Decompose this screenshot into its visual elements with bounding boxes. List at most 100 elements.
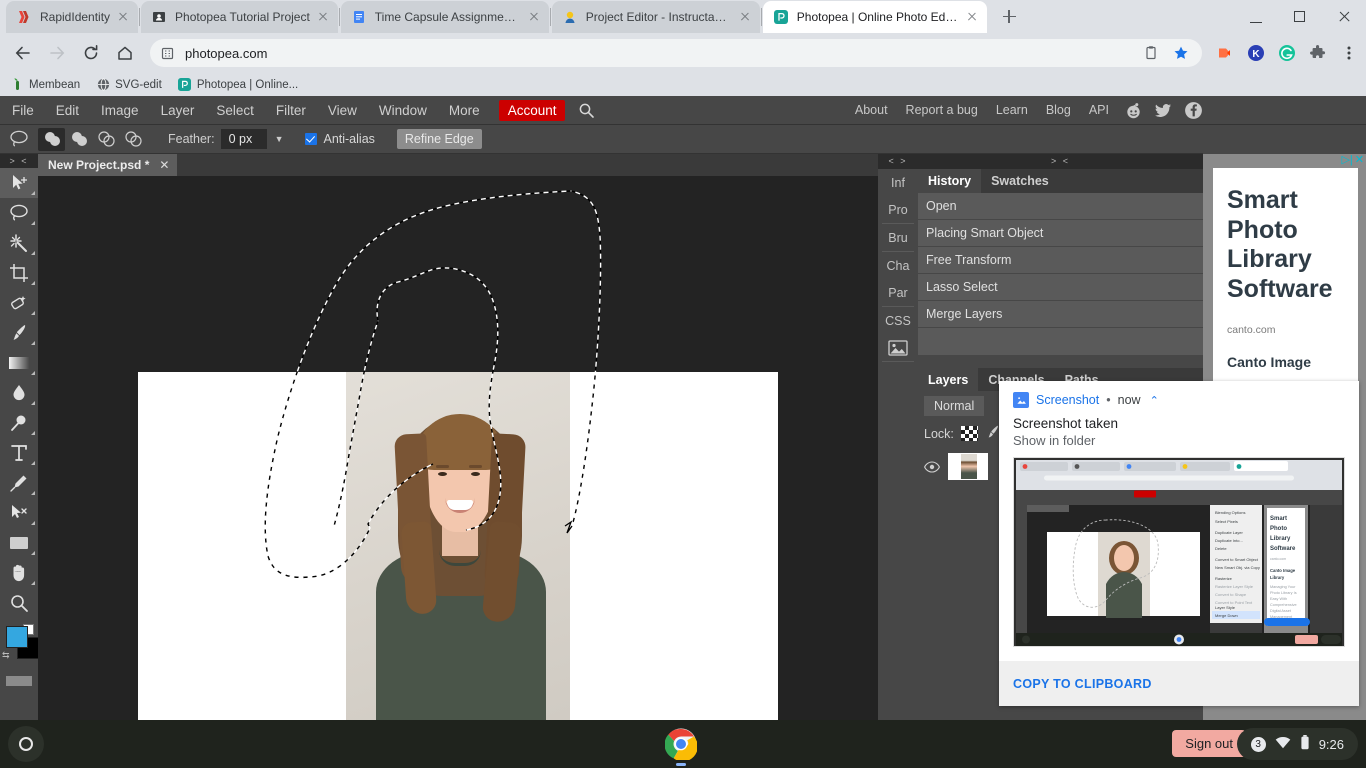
- puzzle-icon[interactable]: [1309, 44, 1327, 62]
- anti-alias-checkbox[interactable]: [305, 133, 318, 145]
- tab-history[interactable]: History: [918, 169, 982, 193]
- browser-tab-1[interactable]: RapidIdentity: [6, 1, 139, 33]
- menu-select[interactable]: Select: [205, 96, 265, 125]
- chevron-up-icon[interactable]: ⌃: [1150, 394, 1159, 407]
- wifi-icon[interactable]: [1275, 736, 1291, 752]
- document-tab-new-project[interactable]: New Project.psd * ✕: [38, 154, 178, 176]
- browser-tab-5-active[interactable]: Photopea | Online Photo Editor: [762, 1, 987, 33]
- tab-swatches[interactable]: Swatches: [981, 169, 1059, 193]
- canvas-area[interactable]: [38, 176, 878, 720]
- history-item[interactable]: Placing Smart Object: [918, 220, 1203, 247]
- clipboard-icon[interactable]: [1142, 44, 1160, 62]
- history-item[interactable]: Merge Layers: [918, 301, 1203, 328]
- magic-wand-tool-icon[interactable]: [0, 228, 38, 258]
- link-learn[interactable]: Learn: [987, 103, 1037, 117]
- rail-item-css[interactable]: CSS: [878, 307, 918, 334]
- twitter-icon[interactable]: [1153, 100, 1173, 120]
- copy-to-clipboard-button[interactable]: COPY TO CLIPBOARD: [1013, 677, 1152, 691]
- rail-item-properties[interactable]: Pro: [878, 196, 918, 223]
- history-item[interactable]: Open: [918, 193, 1203, 220]
- menu-file[interactable]: File: [0, 96, 45, 125]
- bookmark-membean[interactable]: Membean: [10, 78, 80, 92]
- browser-tab-3[interactable]: Time Capsule Assignment - Goo: [340, 1, 549, 33]
- history-item[interactable]: Free Transform: [918, 247, 1203, 274]
- tab-close-button[interactable]: [525, 8, 543, 26]
- foreground-color-swatch[interactable]: [6, 626, 28, 648]
- add-to-selection-icon[interactable]: [65, 128, 92, 151]
- facebook-icon[interactable]: [1183, 100, 1203, 120]
- chrome-icon[interactable]: [664, 728, 698, 762]
- tab-close-button[interactable]: [963, 8, 981, 26]
- account-button[interactable]: Account: [498, 99, 566, 121]
- move-tool-icon[interactable]: [0, 168, 38, 198]
- close-icon[interactable]: ✕: [159, 158, 169, 172]
- site-info-icon[interactable]: [160, 46, 175, 61]
- rail-item-paragraph[interactable]: Par: [878, 279, 918, 306]
- type-tool-icon[interactable]: [0, 438, 38, 468]
- image-panel-icon[interactable]: [878, 334, 918, 361]
- browser-tab-2[interactable]: Photopea Tutorial Project: [141, 1, 338, 33]
- close-icon[interactable]: [1322, 0, 1366, 33]
- battery-icon[interactable]: [1300, 735, 1310, 753]
- lasso-tool-icon[interactable]: [0, 198, 38, 228]
- forward-arrow-icon[interactable]: [42, 38, 72, 68]
- menu-edit[interactable]: Edit: [45, 96, 90, 125]
- dodge-tool-icon[interactable]: [0, 408, 38, 438]
- quick-mask-button[interactable]: [6, 676, 32, 686]
- tab-layers[interactable]: Layers: [918, 368, 979, 391]
- reload-icon[interactable]: [76, 38, 106, 68]
- layer-thumbnail[interactable]: [948, 453, 988, 480]
- menu-more[interactable]: More: [438, 96, 491, 125]
- tools-collapse-grip[interactable]: > <: [0, 154, 38, 168]
- lasso-tool-icon[interactable]: [6, 128, 32, 150]
- blend-mode-select[interactable]: Normal: [924, 396, 985, 416]
- menu-window[interactable]: Window: [368, 96, 438, 125]
- search-icon[interactable]: [573, 102, 599, 119]
- transparent-pixels-icon[interactable]: [960, 426, 978, 441]
- link-blog[interactable]: Blog: [1037, 103, 1080, 117]
- sign-out-button[interactable]: Sign out: [1172, 730, 1246, 757]
- menu-view[interactable]: View: [317, 96, 368, 125]
- blur-tool-icon[interactable]: [0, 378, 38, 408]
- bookmark-photopea[interactable]: Photopea | Online...: [178, 78, 298, 92]
- subtract-from-selection-icon[interactable]: [92, 128, 119, 151]
- pen-tool-icon[interactable]: [0, 468, 38, 498]
- tab-close-button[interactable]: [314, 8, 332, 26]
- honey-icon[interactable]: [1216, 44, 1234, 62]
- intersect-selection-icon[interactable]: [119, 128, 146, 151]
- reddit-icon[interactable]: [1123, 100, 1143, 120]
- panels-collapse-grip[interactable]: > <: [918, 154, 1203, 169]
- chevron-down-icon[interactable]: ▼: [275, 134, 284, 144]
- launcher-icon[interactable]: [8, 726, 44, 762]
- adchoices-icon[interactable]: ▷|: [1341, 154, 1352, 166]
- home-icon[interactable]: [110, 38, 140, 68]
- grammarly-icon[interactable]: [1278, 44, 1296, 62]
- rail-collapse-grip[interactable]: < >: [878, 154, 918, 169]
- back-arrow-icon[interactable]: [8, 38, 38, 68]
- system-tray[interactable]: 3 9:26: [1236, 728, 1358, 760]
- swap-colors-icon[interactable]: ⇆: [2, 650, 10, 661]
- menu-layer[interactable]: Layer: [150, 96, 206, 125]
- bookmark-star-icon[interactable]: [1172, 44, 1190, 62]
- menu-image[interactable]: Image: [90, 96, 150, 125]
- color-swatches[interactable]: ⇆: [0, 624, 39, 668]
- rail-item-brushes[interactable]: Bru: [878, 224, 918, 251]
- link-about[interactable]: About: [846, 103, 897, 117]
- address-bar[interactable]: photopea.com: [150, 39, 1202, 67]
- brush-tool-icon[interactable]: [0, 318, 38, 348]
- screenshot-preview[interactable]: Blending Options Select Pixels Duplicate …: [1013, 457, 1345, 647]
- menu-filter[interactable]: Filter: [265, 96, 317, 125]
- bookmark-svg-edit[interactable]: SVG-edit: [96, 78, 162, 92]
- link-report-a-bug[interactable]: Report a bug: [897, 103, 987, 117]
- screenshot-notification[interactable]: Screenshot • now ⌃ Screenshot taken Show…: [999, 381, 1359, 706]
- minimize-icon[interactable]: [1234, 0, 1278, 33]
- rail-item-info[interactable]: Inf: [878, 169, 918, 196]
- feather-input[interactable]: 0 px: [220, 129, 267, 149]
- shape-tool-icon[interactable]: [0, 528, 38, 558]
- link-api[interactable]: API: [1080, 103, 1118, 117]
- crop-tool-icon[interactable]: [0, 258, 38, 288]
- path-select-tool-icon[interactable]: [0, 498, 38, 528]
- refine-edge-button[interactable]: Refine Edge: [396, 129, 482, 149]
- notification-count-badge[interactable]: 3: [1250, 736, 1266, 752]
- hand-tool-icon[interactable]: [0, 558, 38, 588]
